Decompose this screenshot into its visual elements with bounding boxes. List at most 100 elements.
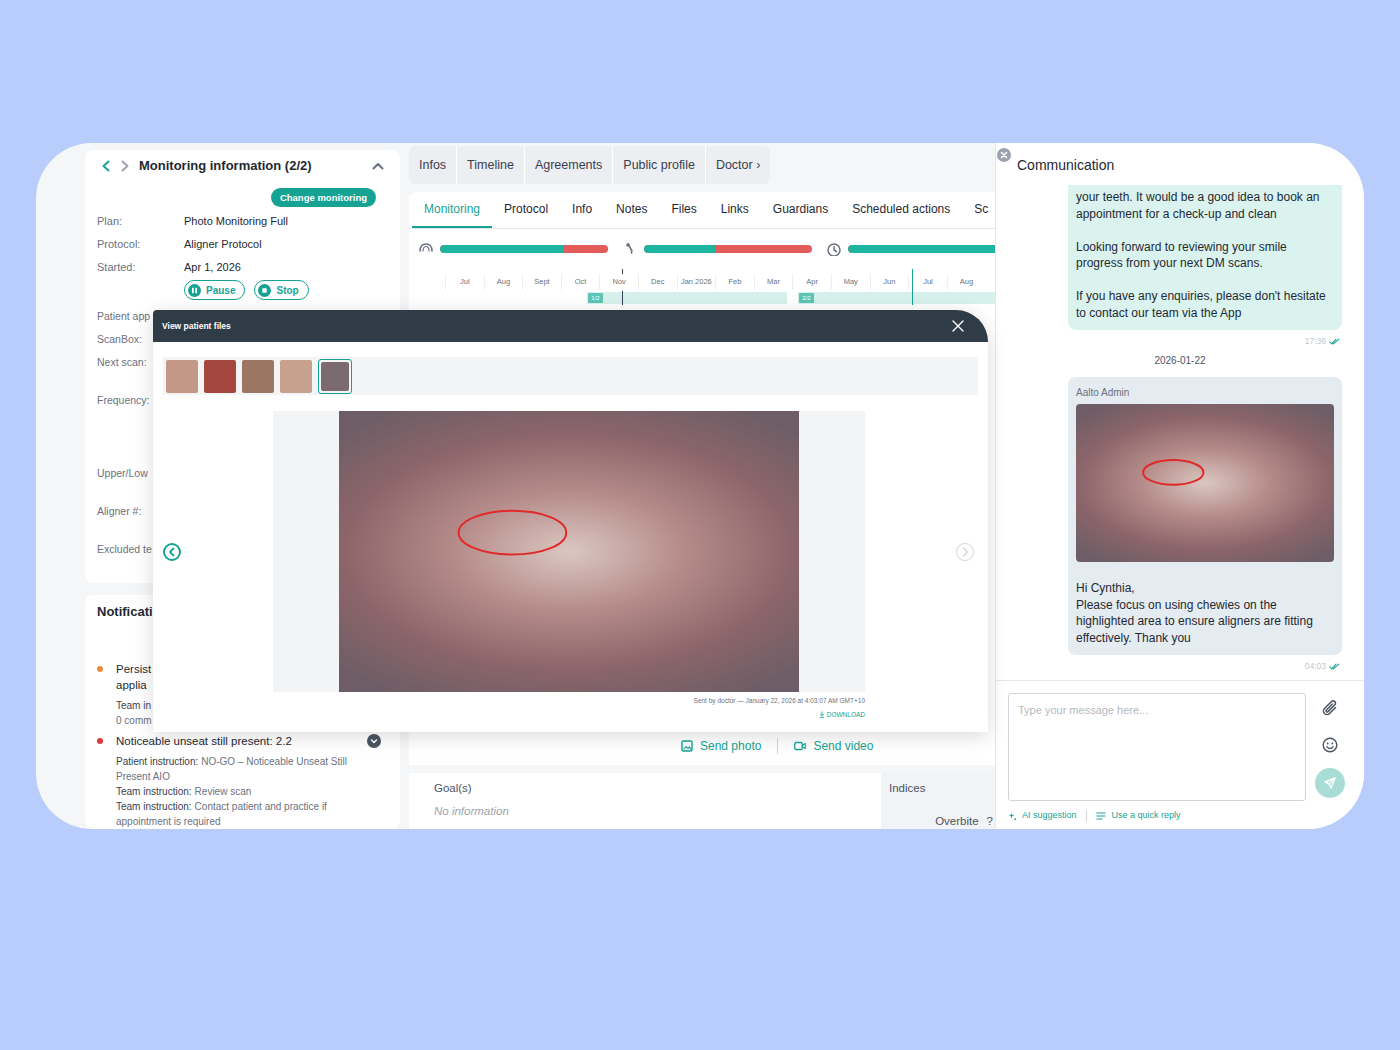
stop-button[interactable]: Stop (254, 280, 308, 300)
sub-tab[interactable]: Info (560, 192, 604, 228)
composer-links: AI suggestion Use a quick reply (996, 808, 1364, 824)
thumbnail-photo (242, 360, 274, 393)
sub-tab[interactable]: Links (709, 192, 761, 228)
month-label: Feb (715, 274, 754, 290)
message-field (1008, 693, 1306, 801)
detail-line: Team instruction:Review scan (116, 784, 368, 799)
sub-tab[interactable]: Sc (962, 192, 995, 228)
arrow-right-icon[interactable] (956, 543, 974, 561)
today-marker (622, 291, 623, 305)
sub-tab[interactable]: Monitoring (412, 192, 492, 228)
emoji-icon[interactable] (1322, 737, 1338, 753)
top-tab[interactable]: Public profile (613, 146, 705, 184)
sparkle-icon (1008, 812, 1017, 821)
month-label: Aug (947, 274, 986, 290)
message-text-block: Hi Cynthia,Please focus on using chewies… (1076, 580, 1334, 646)
field-value: Aligner Protocol (184, 236, 262, 253)
message-text: Looking forward to reviewing your smile … (1076, 239, 1334, 272)
button-label: Pause (206, 283, 235, 298)
close-icon[interactable] (952, 320, 964, 332)
month-label: Oct (561, 274, 600, 290)
composer-row (996, 693, 1364, 801)
month-label: Jul (445, 274, 484, 290)
notification-item[interactable]: Noticeable unseat still present: 2.2Pati… (97, 733, 388, 829)
video-icon (794, 741, 806, 751)
quick-reply-button[interactable]: Use a quick reply (1096, 809, 1181, 823)
composer: AI suggestion Use a quick reply (996, 680, 1364, 829)
annotation-ellipse-icon (1076, 404, 1334, 562)
phase-badge: 1/2 (588, 293, 603, 303)
composer-tools (1315, 693, 1345, 801)
index-row: Overbite? (889, 814, 995, 829)
status-dot (97, 666, 103, 672)
month-label: Nov (599, 274, 638, 290)
sub-tab[interactable]: Guardians (761, 192, 840, 228)
annotation-ellipse-icon (339, 411, 799, 692)
field-row: Started:Apr 1, 2026 (97, 256, 388, 279)
phase-band: 1/2 (587, 292, 787, 304)
close-icon[interactable] (997, 148, 1011, 162)
sub-tab[interactable]: Files (659, 192, 708, 228)
chevron-right-icon[interactable] (121, 160, 129, 172)
month-label: Mar (754, 274, 793, 290)
send-icon[interactable] (1315, 768, 1345, 798)
thumbnail[interactable] (280, 360, 312, 393)
message-input[interactable] (1009, 694, 1305, 800)
thumbnail-photo (280, 360, 312, 393)
notification-title-text: Noticeable unseat still present: 2.2 (116, 733, 367, 749)
arrow-left-icon[interactable] (163, 543, 181, 561)
date-separator: 2026-01-22 (996, 354, 1364, 368)
message-text: If you have any enquiries, please don't … (1076, 288, 1334, 321)
list-icon (1096, 812, 1106, 820)
top-tab[interactable]: Infos (409, 146, 456, 184)
button-label: AI suggestion (1022, 809, 1077, 823)
notification-title: Noticeable unseat still present: 2.2 (97, 733, 388, 749)
top-tab[interactable]: Agreements (525, 146, 612, 184)
download-button[interactable]: DOWNLOAD (819, 710, 865, 719)
progress-track (848, 245, 995, 253)
thumbnail[interactable] (166, 360, 198, 393)
read-checks-icon (1329, 663, 1340, 670)
detail-label: Team instruction: (116, 801, 192, 812)
month-label: Aug (484, 274, 523, 290)
thumbnail[interactable] (242, 360, 274, 393)
send-video-button[interactable]: Send video (794, 737, 873, 755)
modal-header: View patient files (153, 310, 988, 342)
patient-files-modal: View patient filesSent by doctor — Janua… (153, 310, 988, 732)
sub-tab[interactable]: Notes (604, 192, 659, 228)
month-label: Dec (638, 274, 677, 290)
indices-title: Indices (889, 781, 995, 796)
title-lines: Noticeable unseat still present: 2.2 (116, 733, 367, 749)
photo-frame (273, 411, 865, 692)
thumbnail[interactable] (318, 359, 352, 394)
thumbnail-photo (204, 360, 236, 393)
button-label: Use a quick reply (1112, 809, 1181, 823)
communication-panel: Communicationyour teeth. It would be a g… (995, 143, 1364, 829)
sub-tab[interactable]: Protocol (492, 192, 560, 228)
goals-title: Goal(s) (434, 781, 881, 796)
send-photo-button[interactable]: Send photo (681, 737, 761, 755)
paperclip-icon[interactable] (1321, 699, 1339, 717)
today-marker (622, 269, 623, 274)
button-label: Send photo (700, 737, 761, 755)
sub-tab[interactable]: Scheduled actions (840, 192, 962, 228)
change-monitoring-button[interactable]: Change monitoring (271, 188, 376, 207)
ai-suggestion-button[interactable]: AI suggestion (1008, 809, 1077, 823)
field-value: Photo Monitoring Full (184, 213, 288, 230)
chevron-down-icon[interactable] (367, 734, 381, 748)
app-window: Monitoring information (2/2)Change monit… (36, 143, 1364, 829)
pause-button[interactable]: Pause (184, 280, 245, 300)
chevron-up-icon[interactable] (372, 162, 384, 170)
goals-panel: Goal(s)No information (409, 773, 881, 829)
thumbnail[interactable] (204, 360, 236, 393)
message-meta: 04:03 (1068, 659, 1342, 673)
communication-header: Communication (996, 143, 1364, 185)
pin-icon (622, 242, 638, 256)
top-tab[interactable]: Timeline (457, 146, 524, 184)
top-tabs: InfosTimelineAgreementsPublic profileDoc… (409, 146, 770, 184)
aligner-icon (418, 242, 434, 256)
sub-tabs: MonitoringProtocolInfoNotesFilesLinksGua… (409, 192, 995, 229)
chevron-left-icon[interactable] (102, 160, 110, 172)
timeline-bars (409, 245, 995, 253)
top-tab[interactable]: Doctor › (706, 146, 770, 184)
